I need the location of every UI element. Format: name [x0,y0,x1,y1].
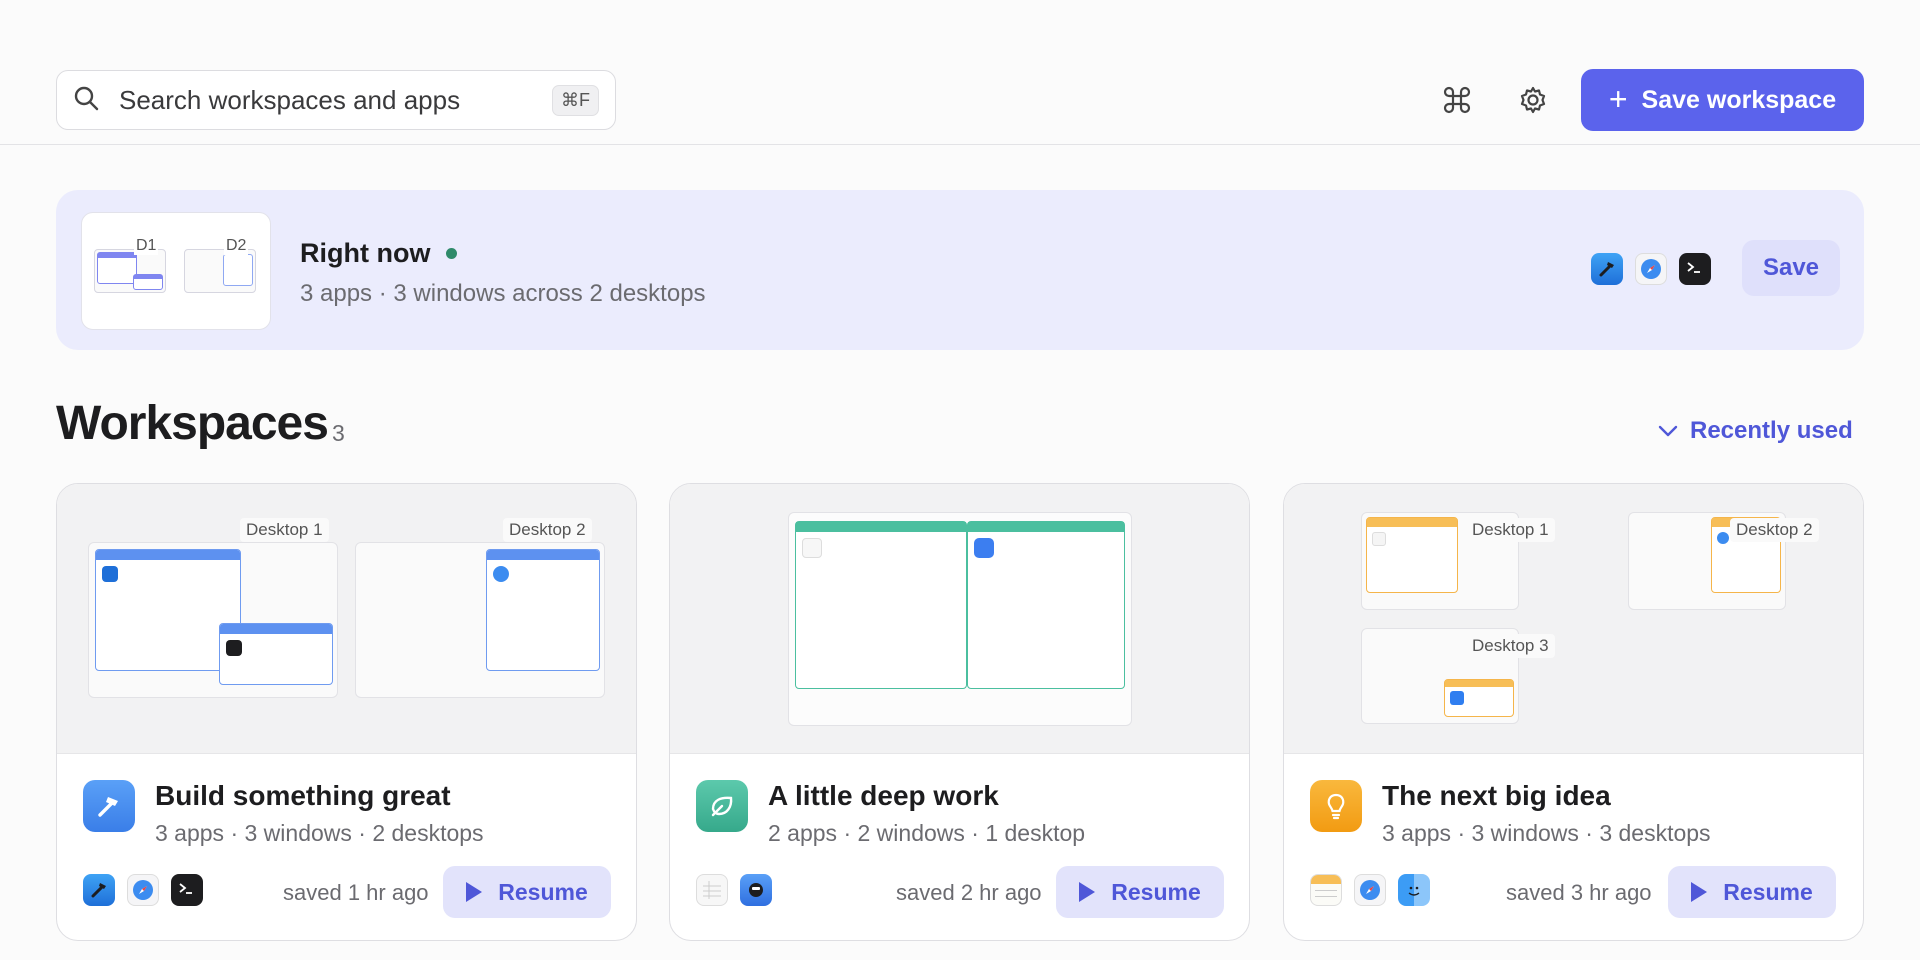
gear-icon[interactable] [1513,80,1553,120]
sort-dropdown[interactable]: Recently used [1656,417,1853,445]
live-status-dot [446,248,458,259]
numbers-icon [802,538,822,558]
workspace-card[interactable]: Desktop 1 Desktop 2 Desktop 3 The next b… [1283,483,1864,941]
desktop-label: Desktop 1 [1466,518,1555,542]
notes-icon [1372,532,1386,546]
right-now-save-button[interactable]: Save [1742,240,1840,296]
safari-icon [493,566,509,582]
plus-icon: + [1608,80,1628,117]
saved-timestamp: saved 1 hr ago [283,880,429,905]
workspace-card[interactable]: Desktop 1 Desktop 2 Build something grea… [56,483,637,941]
resume-label: Resume [498,878,588,905]
terminal-icon [171,874,203,906]
terminal-icon [226,640,242,656]
workspace-name: A little deep work [768,780,999,811]
terminal-icon [1679,253,1711,285]
right-now-preview: D1 D2 [81,212,271,330]
window-thumbnail [1366,517,1458,593]
desktop-label: D1 [134,237,159,255]
window-thumbnail [795,521,967,689]
right-now-title: Right now [300,238,458,269]
finder-icon [1398,874,1430,906]
workspace-meta: 3 apps · 3 windows · 3 desktops [1382,820,1711,846]
play-icon [466,882,483,902]
xcode-icon [102,566,118,582]
search-shortcut-badge: ⌘F [552,84,599,116]
saved-timestamp: saved 3 hr ago [1506,880,1652,905]
right-now-app-icons [1591,253,1711,285]
safari-icon [1354,874,1386,906]
workspace-app-icons [696,874,772,906]
resume-button[interactable]: Resume [443,866,611,918]
safari-icon [1635,253,1667,285]
right-now-banner: D1 D2 Right now 3 apps · 3 windows acros… [56,190,1864,350]
tasks-icon [974,538,994,558]
resume-label: Resume [1111,878,1201,905]
workspace-preview: Desktop 1 Desktop 2 Desktop 3 [1284,484,1863,754]
desktop-preview [788,512,1132,726]
sort-label: Recently used [1690,417,1853,444]
hammer-icon [83,780,135,832]
leaf-icon [696,780,748,832]
workspace-card[interactable]: A little deep work 2 apps · 2 windows · … [669,483,1250,941]
workspace-meta: 3 apps · 3 windows · 2 desktops [155,820,484,846]
window-thumbnail [1444,679,1514,717]
right-now-title-text: Right now [300,238,431,268]
chevron-down-icon [1658,425,1678,437]
xcode-icon [83,874,115,906]
search-icon [73,85,99,116]
safari-icon [127,874,159,906]
resume-button[interactable]: Resume [1668,866,1836,918]
save-workspace-button[interactable]: + Save workspace [1581,69,1864,131]
search-placeholder: Search workspaces and apps [119,84,461,115]
desktop-preview-2 [184,249,256,293]
workspace-meta: 2 apps · 2 windows · 1 desktop [768,820,1086,846]
desktop-preview [355,542,605,698]
desktop-label: Desktop 3 [1466,634,1555,658]
window-thumbnail [967,521,1125,689]
numbers-icon [696,874,728,906]
finder-icon [1450,691,1464,705]
section-title: Workspaces [56,397,329,450]
desktop-label: D2 [224,237,249,255]
tasks-icon [740,874,772,906]
desktop-label: Desktop 2 [503,518,592,542]
command-icon[interactable] [1437,80,1477,120]
top-bar: Search workspaces and apps ⌘F + Save wor… [0,0,1920,145]
safari-icon [1717,532,1729,544]
desktop-preview [88,542,338,698]
workspace-count: 3 [332,420,345,446]
workspace-name: Build something great [155,780,451,811]
xcode-icon [1591,253,1623,285]
search-input[interactable]: Search workspaces and apps ⌘F [56,70,616,130]
lightbulb-icon [1310,780,1362,832]
notes-icon [1310,874,1342,906]
play-icon [1691,882,1708,902]
desktop-preview-1 [94,249,166,293]
workspace-preview [670,484,1249,754]
desktop-label: Desktop 2 [1730,518,1819,542]
resume-button[interactable]: Resume [1056,866,1224,918]
workspace-preview: Desktop 1 Desktop 2 [57,484,636,754]
window-thumbnail [486,549,600,671]
workspace-app-icons [83,874,203,906]
resume-label: Resume [1723,878,1813,905]
desktop-label: Desktop 1 [240,518,329,542]
saved-timestamp: saved 2 hr ago [896,880,1042,905]
workspace-name: The next big idea [1382,780,1611,811]
save-workspace-label: Save workspace [1641,85,1837,114]
window-thumbnail [219,623,333,685]
right-now-subtitle: 3 apps · 3 windows across 2 desktops [300,280,706,307]
workspace-app-icons [1310,874,1430,906]
play-icon [1079,882,1096,902]
